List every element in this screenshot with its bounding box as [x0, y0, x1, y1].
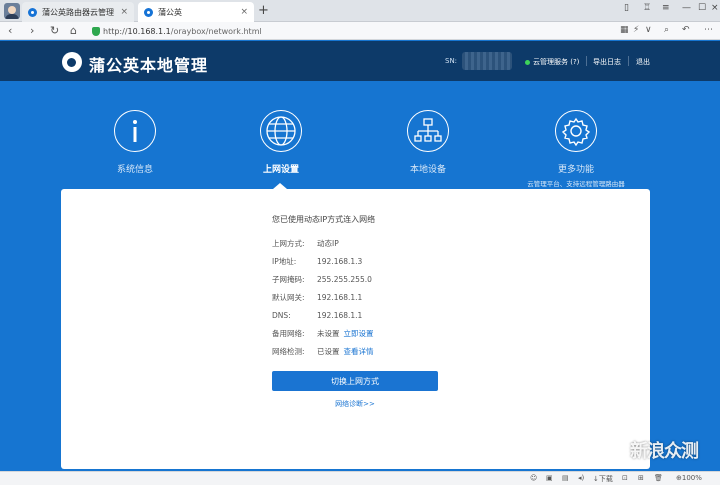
nav-sublabel: 云管理平台、支持远程管理路由器: [527, 180, 625, 188]
sn-label: SN:: [445, 57, 458, 65]
export-log-link[interactable]: 导出日志: [593, 57, 621, 67]
url-prefix: http://: [103, 26, 128, 36]
url-field[interactable]: http://10.168.1.1/oraybox/network.html: [92, 24, 652, 38]
back-icon[interactable]: ‹: [8, 24, 12, 37]
gear-icon: [555, 110, 597, 152]
lightning-icon[interactable]: ⚡: [633, 25, 639, 35]
screenshot-icon[interactable]: ▣: [546, 474, 553, 482]
grid-view-icon[interactable]: ⊞: [638, 474, 644, 482]
search-icon[interactable]: ⌕: [664, 25, 669, 35]
maximize-icon[interactable]: ☐: [698, 3, 706, 13]
nav-more-features[interactable]: 更多功能 云管理平台、支持远程管理路由器: [521, 110, 631, 188]
view-details-link[interactable]: 查看详情: [344, 347, 374, 356]
nav-label: 上网设置: [262, 165, 299, 175]
globe-icon: [260, 110, 302, 152]
nav-system-info[interactable]: 系统信息: [80, 110, 190, 175]
info-icon: [114, 110, 156, 152]
address-bar: ‹ › ↻ ⌂ http://10.168.1.1/oraybox/networ…: [0, 22, 720, 40]
download-button[interactable]: ↓下载: [593, 474, 613, 484]
shirt-skin-icon[interactable]: ♖: [643, 3, 651, 13]
network-tree-icon: [407, 110, 449, 152]
undo-icon[interactable]: ↶: [682, 25, 690, 35]
more-icon[interactable]: ⋯: [704, 25, 713, 35]
sidebar-toggle-icon[interactable]: ▯: [624, 3, 629, 13]
reload-icon[interactable]: ↻: [50, 24, 59, 37]
row-key: 默认网关:: [272, 293, 305, 302]
smiley-icon[interactable]: ☺: [530, 474, 537, 482]
close-tab-icon[interactable]: ×: [120, 7, 128, 17]
minimize-icon[interactable]: —: [682, 3, 691, 13]
divider: [628, 56, 629, 66]
row-value: 192.168.1.1: [317, 293, 363, 302]
reading-icon[interactable]: ▤: [562, 474, 569, 482]
divider: [586, 56, 587, 66]
row-value-group: 已设置 查看详情: [317, 346, 374, 358]
close-window-icon[interactable]: ×: [711, 3, 719, 13]
trash-icon[interactable]: 🗑: [654, 474, 663, 482]
row-value: 未设置: [317, 329, 340, 338]
sn-blurred-value: [462, 52, 512, 70]
nav-local-devices[interactable]: 本地设备: [373, 110, 483, 175]
download-label: 下载: [598, 475, 613, 483]
row-key: 网络检测:: [272, 347, 305, 356]
nav-label: 系统信息: [116, 165, 153, 175]
browser-status-bar: ☺ ▣ ▤ ◂) ↓下载 ⊡ ⊞ 🗑 ⊕100%: [0, 471, 720, 485]
cloud-service-link[interactable]: 云管理服务 (?): [525, 57, 579, 67]
speaker-icon[interactable]: ◂): [578, 474, 584, 482]
watermark-text: 新浪众测: [630, 441, 699, 462]
browser-tab-cloud[interactable]: 蒲公英路由器云管理 ×: [22, 2, 134, 22]
brand-title: 蒲公英本地管理: [89, 56, 209, 75]
menu-icon[interactable]: ≡: [662, 3, 670, 13]
row-value: 动态IP: [317, 239, 339, 248]
logout-link[interactable]: 退出: [636, 57, 650, 67]
row-key: 上网方式:: [272, 239, 305, 248]
forward-icon[interactable]: ›: [30, 24, 34, 37]
row-value: 192.168.1.3: [317, 257, 363, 266]
browser-tab-local[interactable]: 蒲公英 ×: [138, 2, 254, 22]
panel-title: 您已使用动态IP方式连入网络: [272, 215, 376, 224]
online-status-dot: [525, 59, 530, 65]
grid-icon[interactable]: ▦: [620, 25, 629, 35]
switch-connection-button[interactable]: 切换上网方式: [272, 371, 438, 391]
security-shield-icon: [92, 26, 100, 36]
url-host: 10.168.1.1: [127, 26, 171, 36]
dandelion-logo-icon: [62, 52, 82, 72]
setup-backup-link[interactable]: 立即设置: [344, 329, 374, 338]
url-path: /oraybox/network.html: [170, 26, 262, 36]
row-value: 192.168.1.1: [317, 311, 363, 320]
new-tab-button[interactable]: +: [258, 4, 269, 17]
browser-tab-strip: 蒲公英路由器云管理 × 蒲公英 × + ▯ ♖ ≡ — ☐ ×: [0, 0, 720, 22]
dandelion-favicon-icon: [28, 7, 37, 17]
cloud-service-label: 云管理服务 (?): [533, 58, 580, 66]
nav-internet-settings[interactable]: 上网设置: [226, 110, 336, 175]
user-avatar[interactable]: [4, 3, 20, 19]
row-value: 255.255.255.0: [317, 275, 372, 284]
row-value: 已设置: [317, 347, 340, 356]
nav-label: 本地设备: [409, 165, 446, 175]
nav-label: 更多功能: [557, 165, 594, 175]
expand-icon[interactable]: ⊡: [622, 474, 628, 482]
dropdown-chevron-icon[interactable]: ∨: [645, 25, 652, 35]
close-tab-icon[interactable]: ×: [240, 7, 248, 17]
zoom-level: 100%: [681, 474, 702, 482]
row-key: 子网掩码:: [272, 275, 305, 284]
dandelion-favicon-icon: [144, 7, 153, 17]
tab-title: 蒲公英路由器云管理: [42, 7, 114, 17]
home-icon[interactable]: ⌂: [70, 24, 77, 37]
tab-title: 蒲公英: [158, 7, 182, 17]
zoom-control[interactable]: ⊕100%: [676, 474, 702, 482]
row-key: 备用网络:: [272, 329, 305, 338]
row-key: DNS:: [272, 311, 291, 320]
row-value-group: 未设置 立即设置: [317, 328, 374, 340]
row-key: IP地址:: [272, 257, 297, 266]
network-diagnosis-link[interactable]: 网络诊断>>: [272, 399, 438, 409]
